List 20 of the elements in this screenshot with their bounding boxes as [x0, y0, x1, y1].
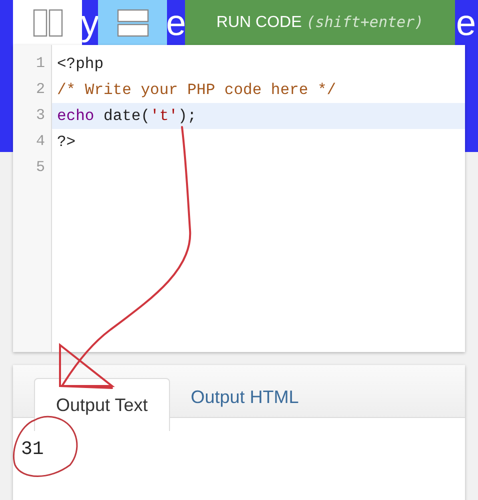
title-fragment: e: [166, 1, 186, 45]
code-line: /* Write your PHP code here */: [57, 81, 336, 99]
output-text: 31: [21, 438, 44, 460]
line-number: 2: [34, 80, 46, 100]
title-fragment: e: [456, 1, 476, 45]
line-number: 3: [34, 106, 46, 126]
title-fragment: y: [81, 1, 99, 45]
line-number: 1: [34, 54, 46, 74]
line-number: 4: [34, 132, 46, 152]
columns-layout-button[interactable]: [13, 0, 82, 45]
line-number: 5: [34, 158, 46, 178]
code-line: <?php: [57, 55, 104, 73]
output-tab[interactable]: Output Text: [34, 378, 170, 431]
columns-layout-icon: [32, 8, 62, 36]
code-editor[interactable]: 1 2 3 4 5 <?php /* Write your PHP code here */ echo date('t'); ?>: [13, 45, 465, 352]
code-line: ?>: [57, 133, 76, 151]
code-line: echo date('t');: [57, 107, 197, 125]
rows-layout-button[interactable]: [98, 0, 167, 45]
output-tab[interactable]: Output HTML: [170, 365, 320, 417]
rows-layout-icon: [116, 8, 148, 36]
